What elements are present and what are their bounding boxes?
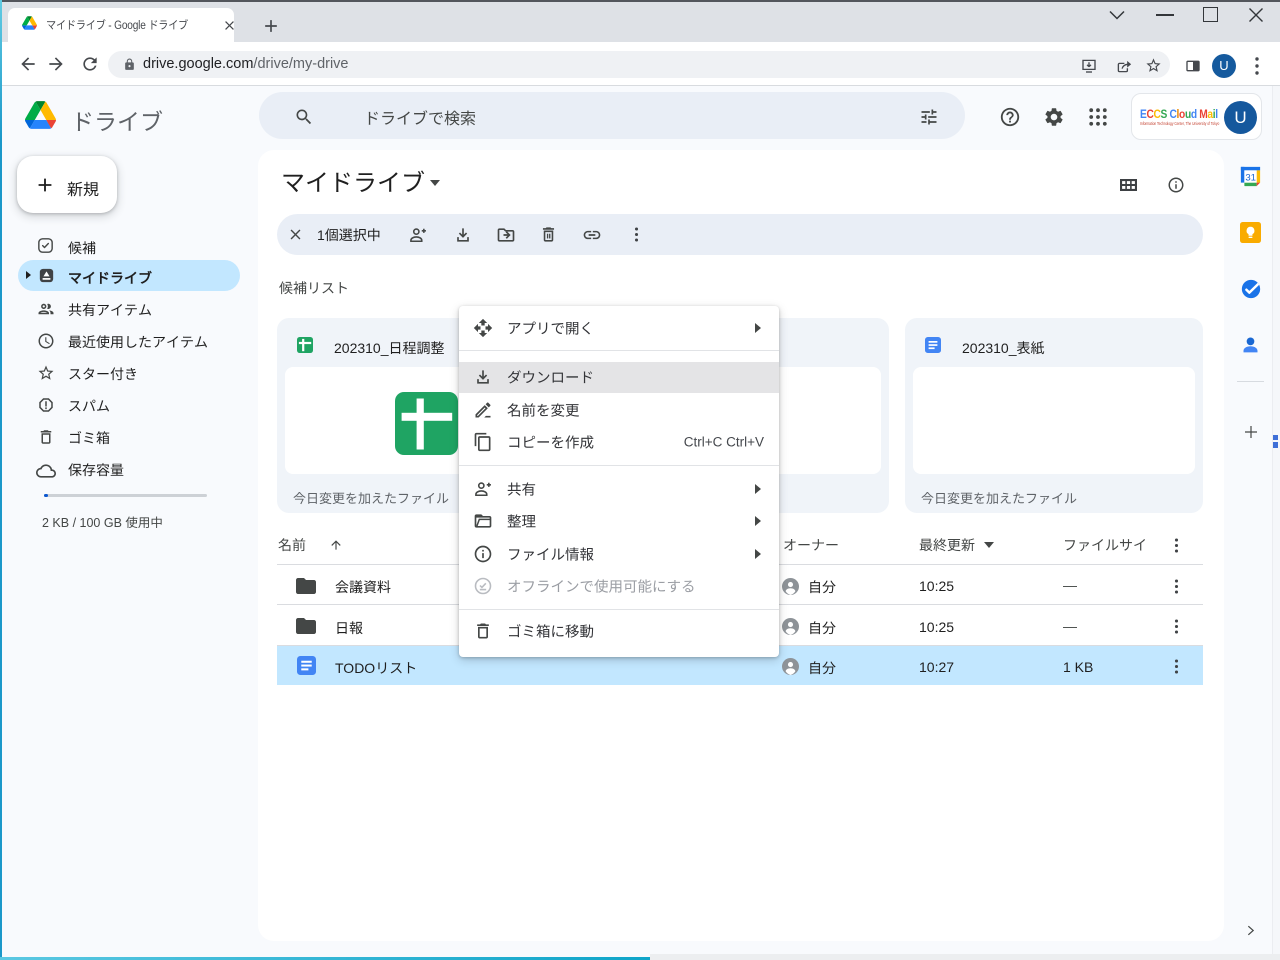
svg-text:31: 31: [1245, 172, 1256, 183]
